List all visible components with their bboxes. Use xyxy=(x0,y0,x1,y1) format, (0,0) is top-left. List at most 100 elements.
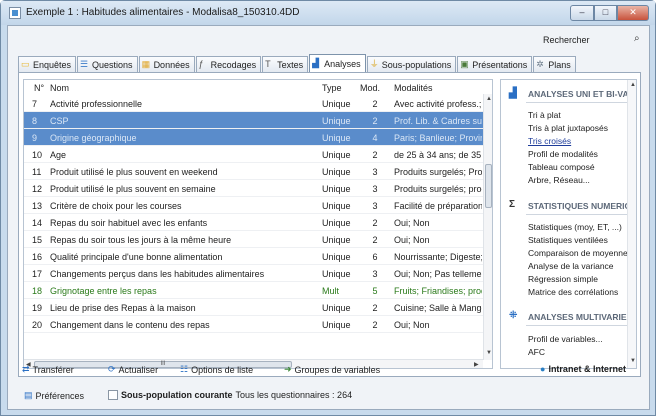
variable-groups-label: Groupes de variables xyxy=(294,364,381,375)
cell-type: Unique xyxy=(322,116,351,126)
list-options-button[interactable]: ☷ Options de liste xyxy=(180,364,253,375)
cell-num: 13 xyxy=(32,201,43,211)
menu-matrice-correlations[interactable]: Matrice des corrélations xyxy=(528,287,630,297)
col-header-type[interactable]: Type xyxy=(322,83,342,93)
tab-plans[interactable]: ✲ Plans xyxy=(533,56,576,72)
variable-groups-button[interactable]: ➜ Groupes de variables xyxy=(284,364,380,375)
scroll-up-icon[interactable]: ▲ xyxy=(630,82,636,88)
col-header-modalites[interactable]: Modalités xyxy=(394,83,433,93)
cell-num: 16 xyxy=(32,252,43,262)
menu-stats-ventilees[interactable]: Statistiques ventilées xyxy=(528,235,630,245)
tab-textes[interactable]: T Textes xyxy=(262,56,309,72)
table-row[interactable]: 19 Lieu de prise des Repas à la maison Uni… xyxy=(24,299,492,316)
gear-icon: ✲ xyxy=(536,59,544,69)
presentation-icon: ▣ xyxy=(460,59,469,69)
tab-recodages[interactable]: ƒ Recodages xyxy=(195,56,262,72)
cell-nom: Produit utilisé le plus souvent en weeke… xyxy=(50,167,218,177)
client-area: Rechercher ⌕ ▭ Enquêtes ☰ Questions ▦ Données… xyxy=(7,25,650,410)
col-header-nom[interactable]: Nom xyxy=(50,83,69,93)
table-row[interactable]: 16 Qualité principale d'une bonne aliment… xyxy=(24,248,492,265)
col-header-mod[interactable]: Mod. xyxy=(360,83,380,93)
subpopulation-toggle[interactable]: Sous-population courante Tous les questio… xyxy=(108,390,352,400)
table-row[interactable]: 9 Origine géographique Unique 4 Paris; Banli… xyxy=(24,129,492,146)
cell-nom: Produit utilisé le plus souvent en semai… xyxy=(50,184,216,194)
tab-label: Analyses xyxy=(324,58,361,69)
tab-label: Sous-populations xyxy=(381,59,452,70)
tab-donn-es[interactable]: ▦ Données xyxy=(138,56,195,72)
subpopulation-checkbox[interactable] xyxy=(108,390,118,400)
table-row[interactable]: 12 Produit utilisé le plus souvent en sem… xyxy=(24,180,492,197)
menu-tris-croises[interactable]: Tris croisés xyxy=(528,136,630,146)
menu-profil-modalites[interactable]: Profil de modalités xyxy=(528,149,630,159)
title-bar[interactable]: Exemple 1 : Habitudes alimentaires - Mod… xyxy=(1,1,655,25)
search-icon[interactable]: ⌕ xyxy=(634,33,644,44)
cell-type: Unique xyxy=(322,133,351,143)
status-bar: ▤ Préférences Sous-population courante Tou… xyxy=(24,390,644,404)
menu-comparaison-moyennes[interactable]: Comparaison de moyennes xyxy=(528,248,630,258)
variables-table: N° Nom Type Mod. Modalités 7 Activité pro… xyxy=(23,79,493,369)
groups-icon: ➜ xyxy=(284,364,292,374)
preferences-button[interactable]: ▤ Préférences xyxy=(24,390,84,401)
cell-type: Unique xyxy=(322,167,351,177)
table-row[interactable]: 20 Changement dans le contenu des repas Un… xyxy=(24,316,492,333)
search-label[interactable]: Rechercher xyxy=(543,35,590,45)
table-row[interactable]: 13 Critère de choix pour les courses Uniqu… xyxy=(24,197,492,214)
window-title: Exemple 1 : Habitudes alimentaires - Mod… xyxy=(26,7,300,18)
table-row[interactable]: 11 Produit utilisé le plus souvent en wee… xyxy=(24,163,492,180)
menu-regression-simple[interactable]: Régression simple xyxy=(528,274,630,284)
table-row[interactable]: 17 Changements perçus dans les habitudes … xyxy=(24,265,492,282)
cell-modalites: Facilité de préparation; xyxy=(394,201,482,211)
maximize-button[interactable]: □ xyxy=(594,5,617,21)
intranet-button[interactable]: ● Intranet & Internet xyxy=(540,364,626,374)
menu-tableau-compose[interactable]: Tableau composé xyxy=(528,162,630,172)
cell-mod: 3 xyxy=(372,167,378,177)
cell-num: 10 xyxy=(32,150,43,160)
section-title-uni-bi: ANALYSES UNI ET BI-VAR xyxy=(528,89,632,99)
table-row[interactable]: 14 Repas du soir habituel avec les enfant… xyxy=(24,214,492,231)
menu-analyse-variance[interactable]: Analyse de la variance xyxy=(528,261,630,271)
vertical-scrollbar[interactable]: ▲ ▼ xyxy=(483,94,492,360)
menu-profil-variables[interactable]: Profil de variables... xyxy=(528,334,630,344)
scroll-thumb[interactable] xyxy=(485,164,492,208)
menu-statistiques[interactable]: Statistiques (moy, ET, ...) xyxy=(528,222,630,232)
refresh-icon: ⟳ xyxy=(108,364,116,374)
table-row[interactable]: 18 Grignotage entre les repas Mult 5 Fruits;… xyxy=(24,282,492,299)
cell-modalites: Oui; Non; Pas tellemen xyxy=(394,269,482,279)
transfer-icon: ⇄ xyxy=(22,364,30,374)
menu-tris-juxtaposes[interactable]: Tris à plat juxtaposés xyxy=(528,123,630,133)
scroll-up-icon[interactable]: ▲ xyxy=(486,96,492,102)
tab-questions[interactable]: ☰ Questions xyxy=(77,56,138,72)
globe-icon: ● xyxy=(540,364,546,374)
app-window: Exemple 1 : Habitudes alimentaires - Mod… xyxy=(0,0,656,416)
cell-modalites: Oui; Non xyxy=(394,320,430,330)
cell-nom: Lieu de prise des Repas à la maison xyxy=(50,303,196,313)
analyses-panel: N° Nom Type Mod. Modalités 7 Activité pro… xyxy=(18,72,641,377)
menu-arbre-reseau[interactable]: Arbre, Réseau... xyxy=(528,175,630,185)
preferences-icon: ▤ xyxy=(24,390,33,400)
scroll-down-icon[interactable]: ▼ xyxy=(486,350,492,356)
close-button[interactable]: ✕ xyxy=(617,5,649,21)
tab-pr-sentations[interactable]: ▣ Présentations xyxy=(457,56,533,72)
questionnaire-count: Tous les questionnaires : 264 xyxy=(235,390,353,400)
cell-nom: Changements perçus dans les habitudes al… xyxy=(50,269,265,279)
tab-analyses[interactable]: ▟ Analyses xyxy=(309,54,366,72)
transfer-button[interactable]: ⇄ Transférer xyxy=(22,364,74,375)
table-row[interactable]: 7 Activité professionnelle Unique 2 Avec act… xyxy=(24,95,492,112)
refresh-button[interactable]: ⟳ Actualiser xyxy=(108,364,158,375)
cell-mod: 2 xyxy=(372,150,378,160)
col-header-num[interactable]: N° xyxy=(34,83,44,93)
menu-tri-a-plat[interactable]: Tri à plat xyxy=(528,110,630,120)
analyses-menu: ▟ ANALYSES UNI ET BI-VAR Tri à plat Tris… xyxy=(500,79,637,369)
table-row[interactable]: 8 CSP Unique 2 Prof. Lib. & Cadres sup xyxy=(24,112,492,129)
table-row[interactable]: 15 Repas du soir tous les jours à la même… xyxy=(24,231,492,248)
table-row[interactable]: 10 Age Unique 2 de 25 à 34 ans; de 35 xyxy=(24,146,492,163)
cell-mod: 3 xyxy=(372,269,378,279)
menu-scrollbar[interactable]: ▲ ▼ xyxy=(627,80,636,368)
cell-nom: Activité professionnelle xyxy=(50,99,143,109)
tab-sous-populations[interactable]: ⏚ Sous-populations xyxy=(366,56,457,72)
tab-enqu-tes[interactable]: ▭ Enquêtes xyxy=(18,56,77,72)
menu-afc[interactable]: AFC xyxy=(528,347,630,357)
minimize-button[interactable]: – xyxy=(570,5,594,21)
cell-type: Unique xyxy=(322,320,351,330)
cell-type: Unique xyxy=(322,184,351,194)
